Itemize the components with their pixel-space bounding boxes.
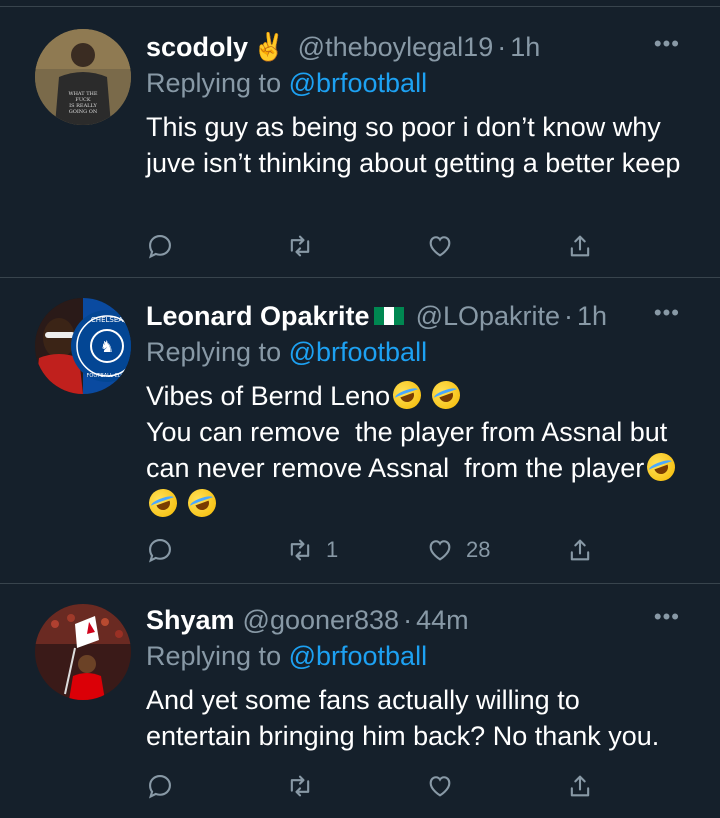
retweet-count: 1 [326,537,339,562]
replying-to-label: Replying to [146,68,289,98]
avatar[interactable] [35,604,131,700]
user-handle[interactable]: @LOpakrite [416,298,560,334]
reply-icon [148,539,171,563]
like-count: 28 [466,537,491,562]
display-name[interactable]: Leonard Opakrite [146,298,370,334]
like-button[interactable]: 28 [426,536,490,564]
share-icon [570,775,590,797]
share-button[interactable] [566,772,594,800]
heart-icon [429,540,451,561]
display-name[interactable]: scodoly [146,29,248,65]
tweet-header: Leonard Opakrite @LOpakrite · 1h [146,298,690,334]
more-options-icon[interactable]: ••• [654,300,680,326]
rolling-laughing-emoji [183,485,220,521]
reply-icon [148,235,171,259]
retweet-button[interactable] [286,232,326,260]
mention-link[interactable]: @brfootball [289,68,427,98]
user-handle[interactable]: @gooner838 [243,602,400,638]
tweet-text-line: You can remove the player from Assnal bu… [146,417,675,483]
share-icon [570,539,590,561]
replying-to-label: Replying to [146,337,289,367]
tweet-text: Vibes of Bernd Leno You can remove the p… [145,377,690,522]
display-name[interactable]: Shyam [146,602,235,638]
more-options-icon[interactable]: ••• [654,604,680,630]
share-button[interactable] [566,232,594,260]
heart-icon [429,776,451,797]
user-handle[interactable]: @theboylegal19 [298,29,494,65]
retweet-icon [290,775,310,797]
retweet-button[interactable]: 1 [286,536,338,564]
like-button[interactable] [426,772,466,800]
more-options-icon[interactable]: ••• [654,31,680,57]
separator-dot: · [403,605,413,635]
reply-icon [148,775,171,799]
retweet-button[interactable] [286,772,326,800]
avatar-image: ♞ CHELSEA FOOTBALL CLUB [35,298,131,394]
tweet[interactable]: Shyam @gooner838 · 44m ••• Replying to @… [0,584,720,818]
separator-dot: · [497,32,507,62]
replying-to-label: Replying to [146,641,289,671]
reply-button[interactable] [146,536,174,564]
nigeria-flag-icon [373,307,404,325]
timestamp[interactable]: 44m [416,602,469,638]
avatar-image: WHAT THE FUCK IS REALLY GOING ON [35,29,131,125]
like-button[interactable] [426,232,466,260]
rolling-laughing-emoji [643,449,680,485]
timestamp[interactable]: 1h [577,298,607,334]
tweet-actions [146,232,690,272]
tweet-actions [146,772,690,812]
avatar[interactable]: WHAT THE FUCK IS REALLY GOING ON [35,29,131,125]
victory-hand-emoji: ✌️ [252,32,286,62]
tweet-header: scodoly ✌️ @theboylegal19 · 1h [146,29,690,65]
separator-dot: · [564,301,574,331]
replying-to: Replying to @brfootball [146,638,690,674]
top-divider [0,0,720,7]
rolling-laughing-emoji [389,377,426,413]
retweet-icon [290,235,310,257]
avatar-image [35,604,131,700]
replying-to: Replying to @brfootball [146,65,690,101]
tweet-text: This guy as being so poor i don’t know w… [146,112,681,178]
share-button[interactable] [566,536,594,564]
svg-text:♞: ♞ [100,337,114,356]
tweet-text: And yet some fans actually willing to en… [146,685,660,751]
mention-link[interactable]: @brfootball [289,641,427,671]
tweet[interactable]: ♞ CHELSEA FOOTBALL CLUB Leonard Opakrite… [0,278,720,584]
share-icon [570,235,590,257]
timestamp[interactable]: 1h [510,29,540,65]
replying-to: Replying to @brfootball [146,334,690,370]
tweet-text-line: Vibes of Bernd Leno [146,381,391,411]
mention-link[interactable]: @brfootball [289,337,427,367]
retweet-icon [290,539,310,561]
svg-text:CHELSEA: CHELSEA [91,316,123,324]
tweet-header: Shyam @gooner838 · 44m [146,602,690,638]
reply-button[interactable] [146,232,174,260]
avatar[interactable]: ♞ CHELSEA FOOTBALL CLUB [35,298,131,394]
rolling-laughing-emoji [427,377,464,413]
svg-text:FOOTBALL CLUB: FOOTBALL CLUB [87,373,129,379]
heart-icon [429,236,451,257]
tweet[interactable]: WHAT THE FUCK IS REALLY GOING ON scodoly… [0,7,720,278]
rolling-laughing-emoji [145,485,181,521]
tweet-actions: 1 28 [146,536,690,576]
svg-text:GOING ON: GOING ON [69,109,98,115]
reply-button[interactable] [146,772,174,800]
